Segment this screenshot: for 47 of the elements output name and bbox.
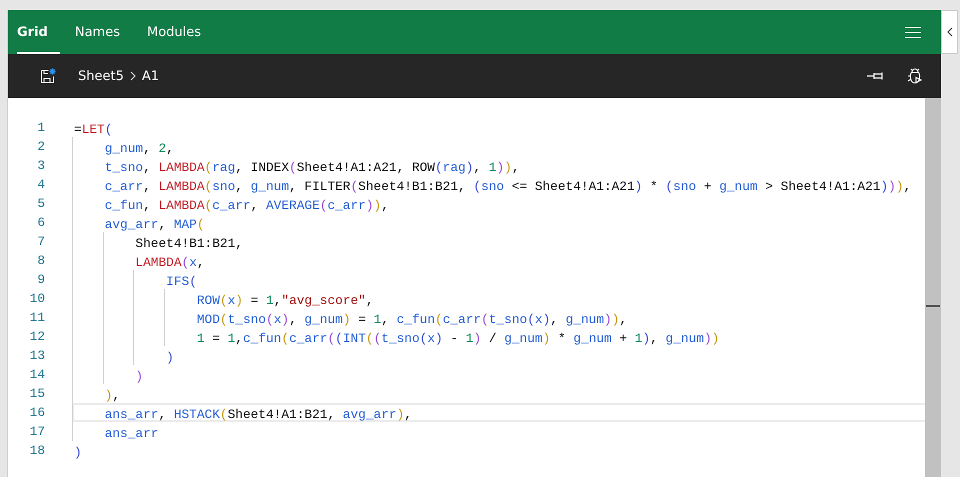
code-line: ) bbox=[135, 369, 144, 384]
save-icon[interactable] bbox=[40, 68, 56, 84]
line-number: 11 bbox=[28, 310, 45, 325]
code-line: ) bbox=[166, 350, 174, 365]
code-line: t_sno, LAMBDA(rag, INDEX(Sheet4!A1:A21, ROW(rag), 1)), bbox=[104, 160, 520, 175]
code-line: c_fun, LAMBDA(c_arr, AVERAGE(c_arr)), bbox=[104, 198, 389, 213]
tab[interactable]: Names bbox=[74, 10, 132, 54]
code-line: ans_arr bbox=[104, 426, 158, 441]
code-line: g_num, 2, bbox=[104, 141, 174, 156]
breadcrumb-item[interactable]: A1 bbox=[142, 68, 160, 84]
bug-icon[interactable] bbox=[907, 68, 923, 84]
code-line: MOD(t_sno(x), g_num) = 1, c_fun(c_arr(t_sno(x), g_num)), bbox=[196, 312, 628, 327]
line-number: 9 bbox=[36, 272, 45, 287]
line-number: 4 bbox=[36, 177, 45, 192]
line-number: 8 bbox=[36, 253, 45, 268]
tab[interactable]: Grid bbox=[17, 10, 60, 54]
code-line: ) bbox=[74, 445, 82, 460]
line-number: 12 bbox=[28, 329, 45, 344]
line-number: 17 bbox=[28, 424, 45, 439]
code-line: 1 = 1,c_fun(c_arr((INT((t_sno(x) - 1) / g_num) * g_num + 1), g_num)) bbox=[196, 331, 720, 346]
line-number: 18 bbox=[28, 443, 45, 458]
line-number: 6 bbox=[36, 215, 45, 230]
line-number: 1 bbox=[36, 120, 45, 135]
code-line: Sheet4!B1:B21, bbox=[135, 236, 243, 251]
code-line: IFS( bbox=[166, 274, 197, 289]
tab[interactable]: Modules bbox=[146, 10, 214, 54]
chevron-left-icon bbox=[946, 27, 952, 37]
line-number: 14 bbox=[28, 367, 45, 382]
code-line: ROW(x) = 1,"avg_score", bbox=[196, 293, 374, 308]
line-number: 7 bbox=[36, 234, 45, 249]
scrollbar[interactable] bbox=[925, 98, 941, 477]
line-number: 3 bbox=[36, 158, 45, 173]
line-number: 5 bbox=[36, 196, 45, 211]
code-line: ), bbox=[104, 388, 120, 403]
line-number: 2 bbox=[36, 139, 45, 154]
line-number: 10 bbox=[28, 291, 45, 306]
line-number: 16 bbox=[28, 405, 45, 420]
pin-icon[interactable] bbox=[867, 71, 885, 81]
code-line: =LET( bbox=[74, 122, 112, 137]
code-line: c_arr, LAMBDA(sno, g_num, FILTER(Sheet4!B1:B21, (sno <= Sheet4!A1:A21) * (sno + g_num > Sheet4!A1:A21))), bbox=[104, 179, 912, 194]
code-line: LAMBDA(x, bbox=[135, 255, 205, 270]
code-line: ans_arr, HSTACK(Sheet4!A1:B21, avg_arr), bbox=[104, 407, 412, 422]
code-line: avg_arr, MAP( bbox=[104, 217, 205, 232]
chevron-right-icon bbox=[130, 71, 136, 81]
breadcrumb-item[interactable]: Sheet5 bbox=[78, 68, 124, 84]
line-number: 13 bbox=[28, 348, 45, 363]
line-number: 15 bbox=[28, 386, 45, 401]
